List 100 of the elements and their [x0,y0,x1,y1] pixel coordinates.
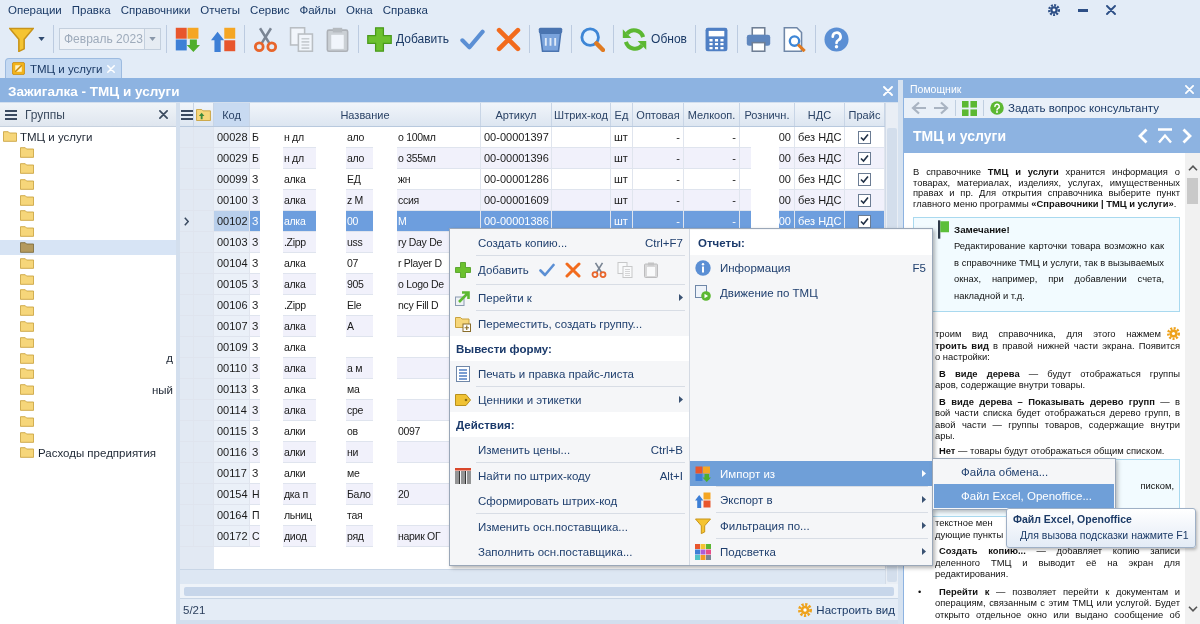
table-cell: 00106 [214,295,250,315]
table-cell: 00-00001397 [481,127,552,147]
chevron-right-icon [184,216,189,226]
checkbox[interactable] [858,172,871,186]
menu-item[interactable]: Перейти к [450,285,689,310]
menu-item[interactable]: Переместить, создать группу... [450,311,689,336]
help-text-line: писком, [1140,480,1174,493]
folder-icon [20,352,34,364]
name-fragment: ме [346,466,360,480]
column-header[interactable]: Оптовая [633,103,684,126]
menu-item[interactable]: Фильтрация по... [690,513,932,538]
tree-item[interactable]: ный [0,381,176,398]
flag-icon [938,220,949,239]
menu-icon[interactable] [5,109,17,120]
plus-icon[interactable] [367,26,392,52]
menu-item[interactable]: Экспорт в [690,487,932,512]
column-header[interactable]: НДС [795,103,845,126]
help-text-line: редактирования. [935,568,1009,580]
scrollbar-thumb[interactable] [1187,178,1198,204]
grid-icon[interactable] [962,100,977,116]
ask-consultant-link[interactable]: Задать вопрос консультанту [990,101,1159,115]
name-fragment: А [346,319,354,333]
chevron-left-icon[interactable] [1138,127,1148,144]
menu-item[interactable]: Правка [66,1,116,19]
column-header[interactable]: Название [250,103,481,126]
menu-item[interactable]: Заполнить осн.поставщика... [450,539,689,564]
menu-item[interactable]: Найти по штрих-коду Alt+I [450,463,689,488]
name-fragment: Ele [346,298,362,312]
checkbox[interactable] [858,193,871,207]
menu-item[interactable]: Информация F5 [690,255,932,280]
menu-item[interactable]: Подсветка [690,539,932,564]
folder-icon [20,241,34,253]
name-fragment: З [251,319,259,333]
menu-item[interactable]: Справка [377,1,433,19]
settings-icon[interactable] [1048,4,1060,16]
menu-item[interactable]: Справочники [115,1,196,19]
tab[interactable]: ТМЦ и услуги [5,58,123,78]
name-fragment: Б [251,130,259,144]
name-fragment: а м [346,361,363,375]
menu-item[interactable]: Окна [341,1,378,19]
chevron-up-icon[interactable] [1187,165,1198,171]
menu-item[interactable]: Создать копию... Ctrl+F7 [450,230,689,255]
scissors-icon[interactable] [590,262,607,278]
checkbox[interactable] [858,214,871,228]
column-header[interactable]: Розничн. [740,103,795,126]
menu-item[interactable]: Сформировать штрих-код [450,488,689,513]
name-fragment: З [251,382,259,396]
bar-chevron-up-icon[interactable] [1157,127,1173,144]
folder-arrow-icon[interactable] [196,108,211,121]
help-icon[interactable] [990,101,1004,115]
menu-item[interactable]: Сервис [245,1,295,19]
column-header[interactable]: Артикул [481,103,552,126]
gear-icon[interactable] [798,602,813,617]
column-header[interactable]: Штрих-код [552,103,611,126]
tree-item[interactable]: Расходы предприятия [0,444,176,461]
menu-icon[interactable] [180,109,193,120]
help-text-line: о настройки: [935,351,990,363]
menu-item[interactable]: Операции [3,1,67,19]
horizontal-scrollbar[interactable] [180,584,898,598]
menu-item[interactable]: Отчеты [195,1,246,19]
checkbox[interactable] [858,151,871,165]
menu-item[interactable]: Печать и правка прайс-листа [450,361,689,386]
refresh-icon[interactable] [622,26,648,52]
cross-icon[interactable] [564,262,581,278]
chevron-down-icon[interactable] [1187,606,1198,612]
settings-link[interactable]: Настроить вид [798,602,895,617]
chevron-right-icon[interactable] [1182,127,1192,144]
help-text-line: текстное мен [935,517,993,529]
tree-item[interactable]: ТМЦ и услуги [0,129,176,145]
table-row[interactable]: 00028 Б н дл ало o 100мл 00-00001397 шт - - 00 без НДС [180,127,885,148]
close-icon[interactable] [1106,5,1116,15]
scrollbar-thumb[interactable] [184,586,894,596]
table-cell: 00028 [214,127,250,147]
column-header[interactable]: Ед [611,103,633,126]
tree-item[interactable]: д [0,350,176,366]
minimize-icon[interactable] [1078,8,1088,12]
menu-item[interactable]: Ценники и этикетки [450,387,689,412]
name-fragment: Н [251,487,260,501]
close-icon[interactable] [159,110,168,119]
name-fragment: алка [283,382,306,396]
add-button[interactable]: Добавить [364,23,453,55]
menu-item[interactable]: Движение по ТМЦ [690,280,932,305]
plus-icon[interactable] [455,262,471,278]
menu-item[interactable]: Файла обмена... [934,460,1114,484]
name-fragment: 00 [346,214,359,228]
refresh-button[interactable]: Обнов [619,23,690,55]
name-fragment: З [251,445,259,459]
checkbox[interactable] [858,130,871,144]
add-menu-item[interactable]: Добавить [455,258,529,282]
caret-icon[interactable] [38,37,45,41]
menu-item[interactable]: Файлы [294,1,342,19]
table-cell: 00104 [214,253,250,273]
menu-item[interactable]: Изменить цены... Ctrl+B [450,437,689,462]
name-fragment: сре [346,403,364,417]
checkmark-icon[interactable] [538,262,555,278]
column-header[interactable]: Код [214,103,250,126]
tree-item[interactable] [0,239,176,256]
column-header[interactable]: Мелкооп. [684,103,740,126]
menu-item[interactable]: Изменить осн.поставщика... [450,514,689,539]
name-fragment: Б [251,151,259,165]
